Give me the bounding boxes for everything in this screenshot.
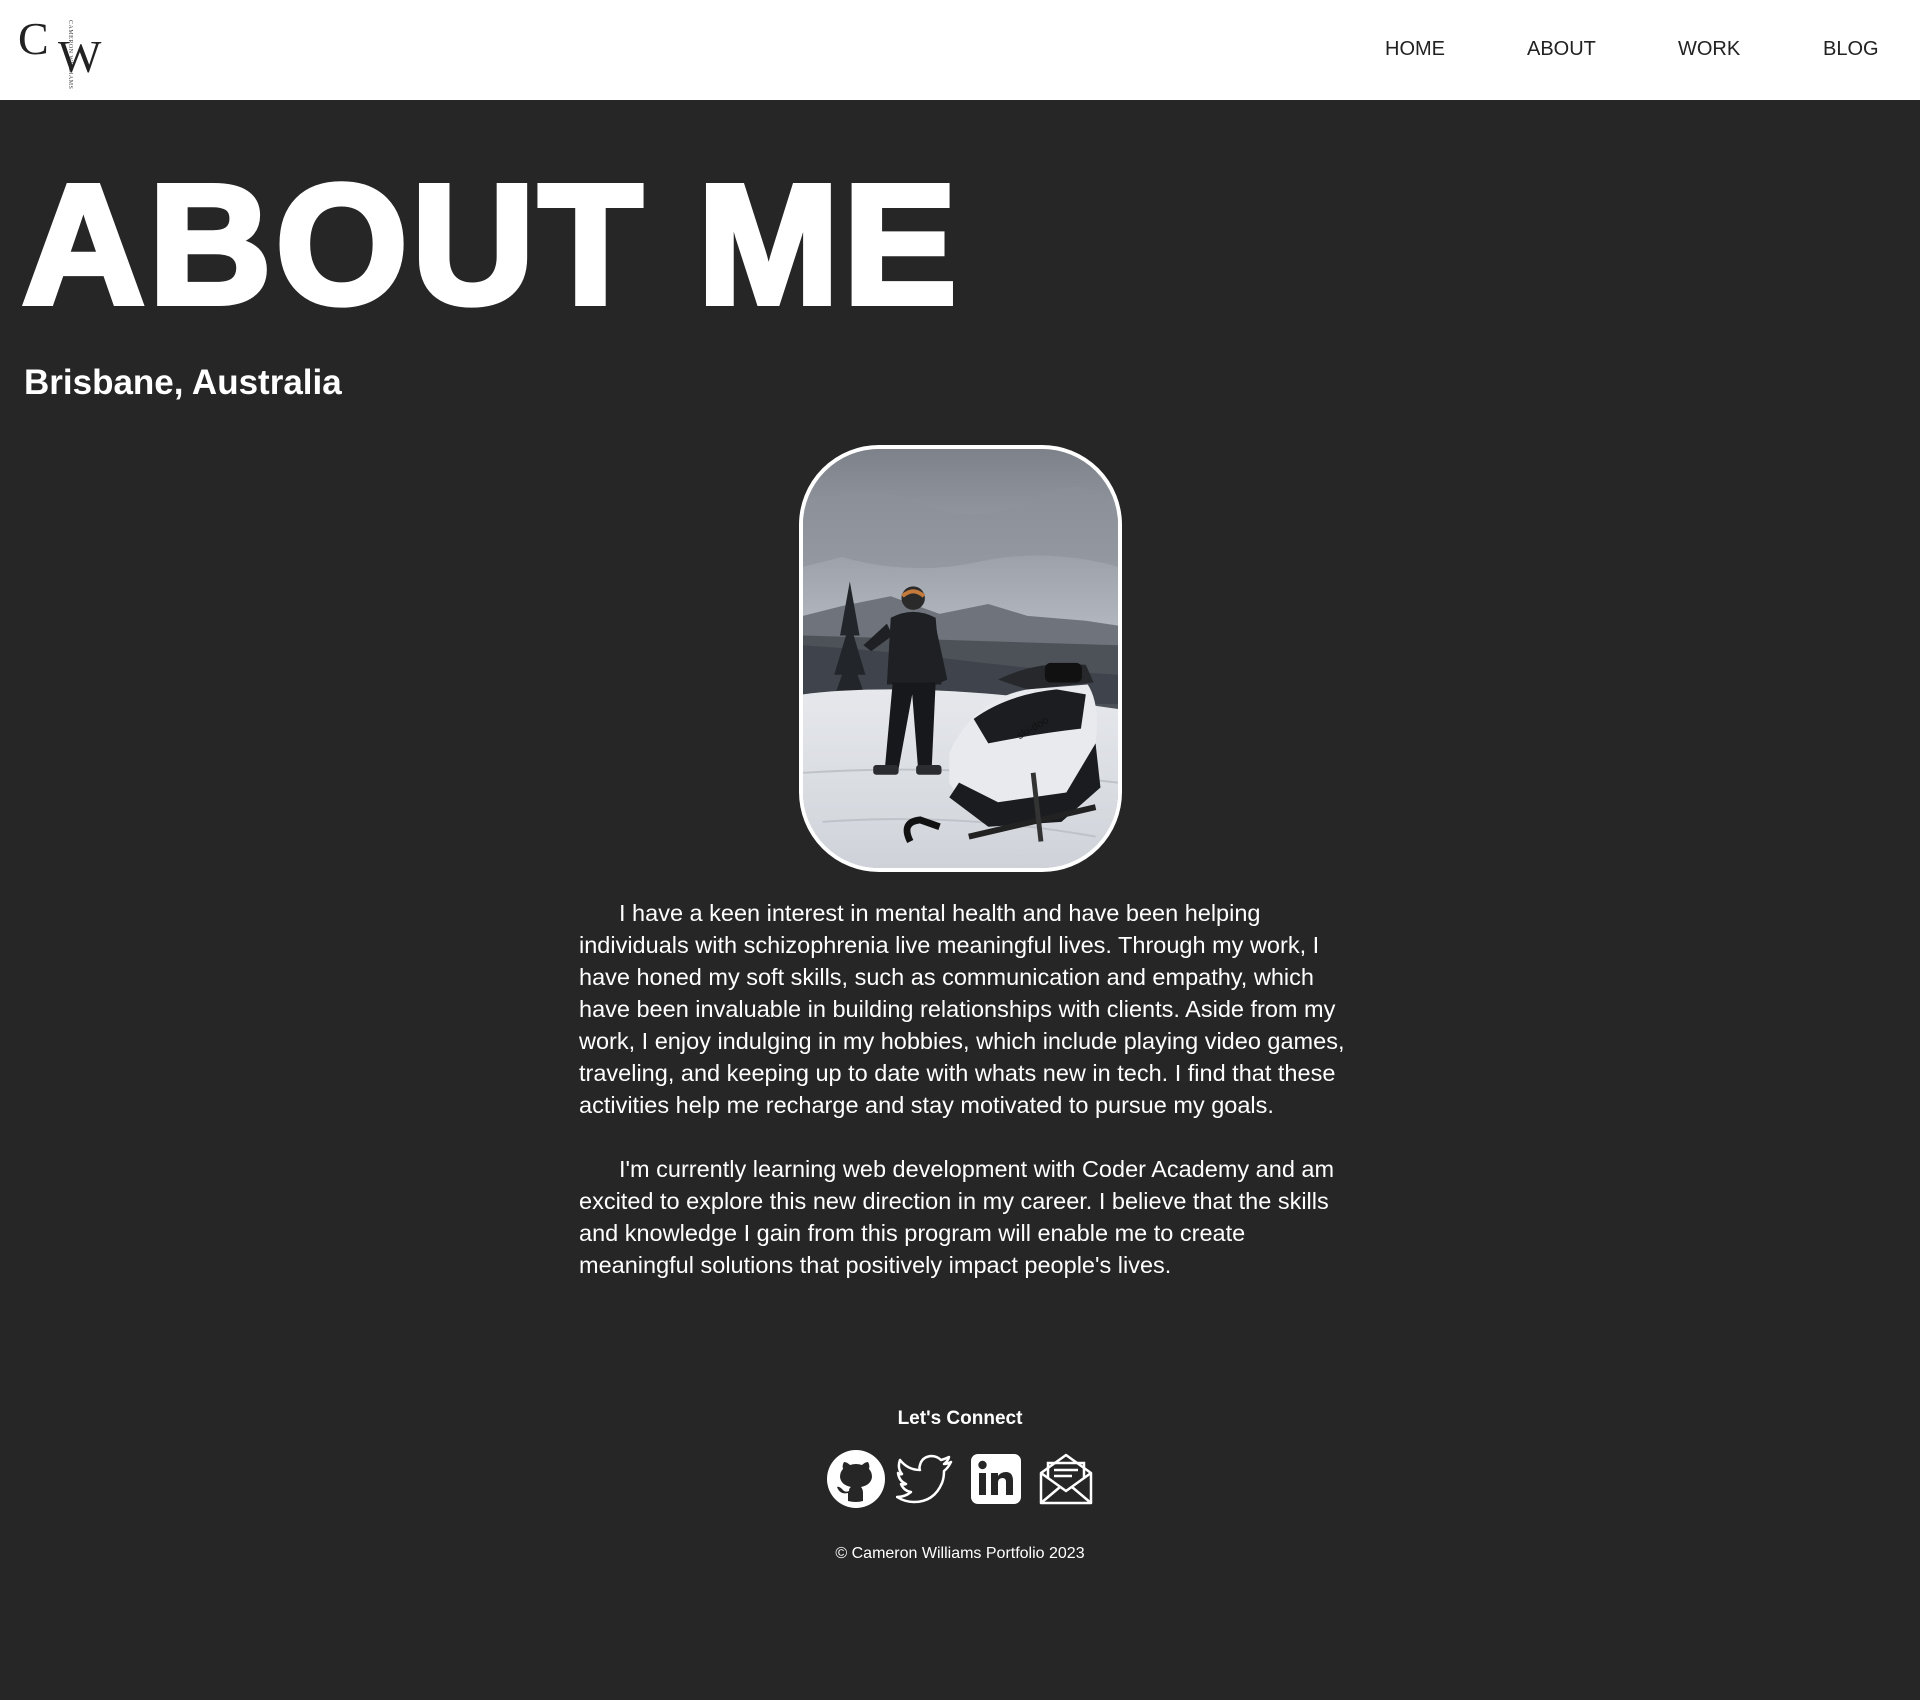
navbar: C CAMERON WILLIAMS W HOME ABOUT WORK BLO… bbox=[0, 0, 1920, 100]
social-links bbox=[826, 1449, 1096, 1509]
linkedin-icon bbox=[971, 1454, 1021, 1504]
location-subtitle: Brisbane, Australia bbox=[24, 363, 342, 402]
nav-work-link[interactable]: WORK bbox=[1678, 38, 1740, 61]
profile-photo-image: ski-doo bbox=[803, 449, 1118, 868]
nav-about-link[interactable]: ABOUT bbox=[1527, 38, 1596, 61]
email-link[interactable] bbox=[1036, 1449, 1096, 1509]
github-link[interactable] bbox=[826, 1449, 886, 1509]
email-icon bbox=[1039, 1453, 1093, 1505]
twitter-link[interactable] bbox=[896, 1449, 956, 1509]
bio-paragraph: I'm currently learning web development w… bbox=[579, 1156, 1335, 1278]
site-logo[interactable]: C CAMERON WILLIAMS W bbox=[16, 13, 102, 90]
twitter-icon bbox=[896, 1454, 953, 1504]
connect-heading: Let's Connect bbox=[897, 1408, 1023, 1429]
copyright-text: © Cameron Williams Portfolio 2023 bbox=[835, 1545, 1085, 1562]
bio-paragraph: I have a keen interest in mental health … bbox=[579, 900, 1345, 1118]
bio-section: I have a keen interest in mental health … bbox=[579, 897, 1349, 1313]
nav-home-link[interactable]: HOME bbox=[1385, 38, 1445, 61]
logo-letter-c: C bbox=[18, 13, 49, 64]
logo-letter-w: W bbox=[58, 31, 102, 82]
github-icon bbox=[827, 1450, 885, 1508]
profile-photo: ski-doo bbox=[799, 445, 1122, 872]
page-title: ABOUT ME bbox=[19, 150, 961, 340]
linkedin-link[interactable] bbox=[966, 1449, 1026, 1509]
nav-blog-link[interactable]: BLOG bbox=[1823, 38, 1879, 61]
